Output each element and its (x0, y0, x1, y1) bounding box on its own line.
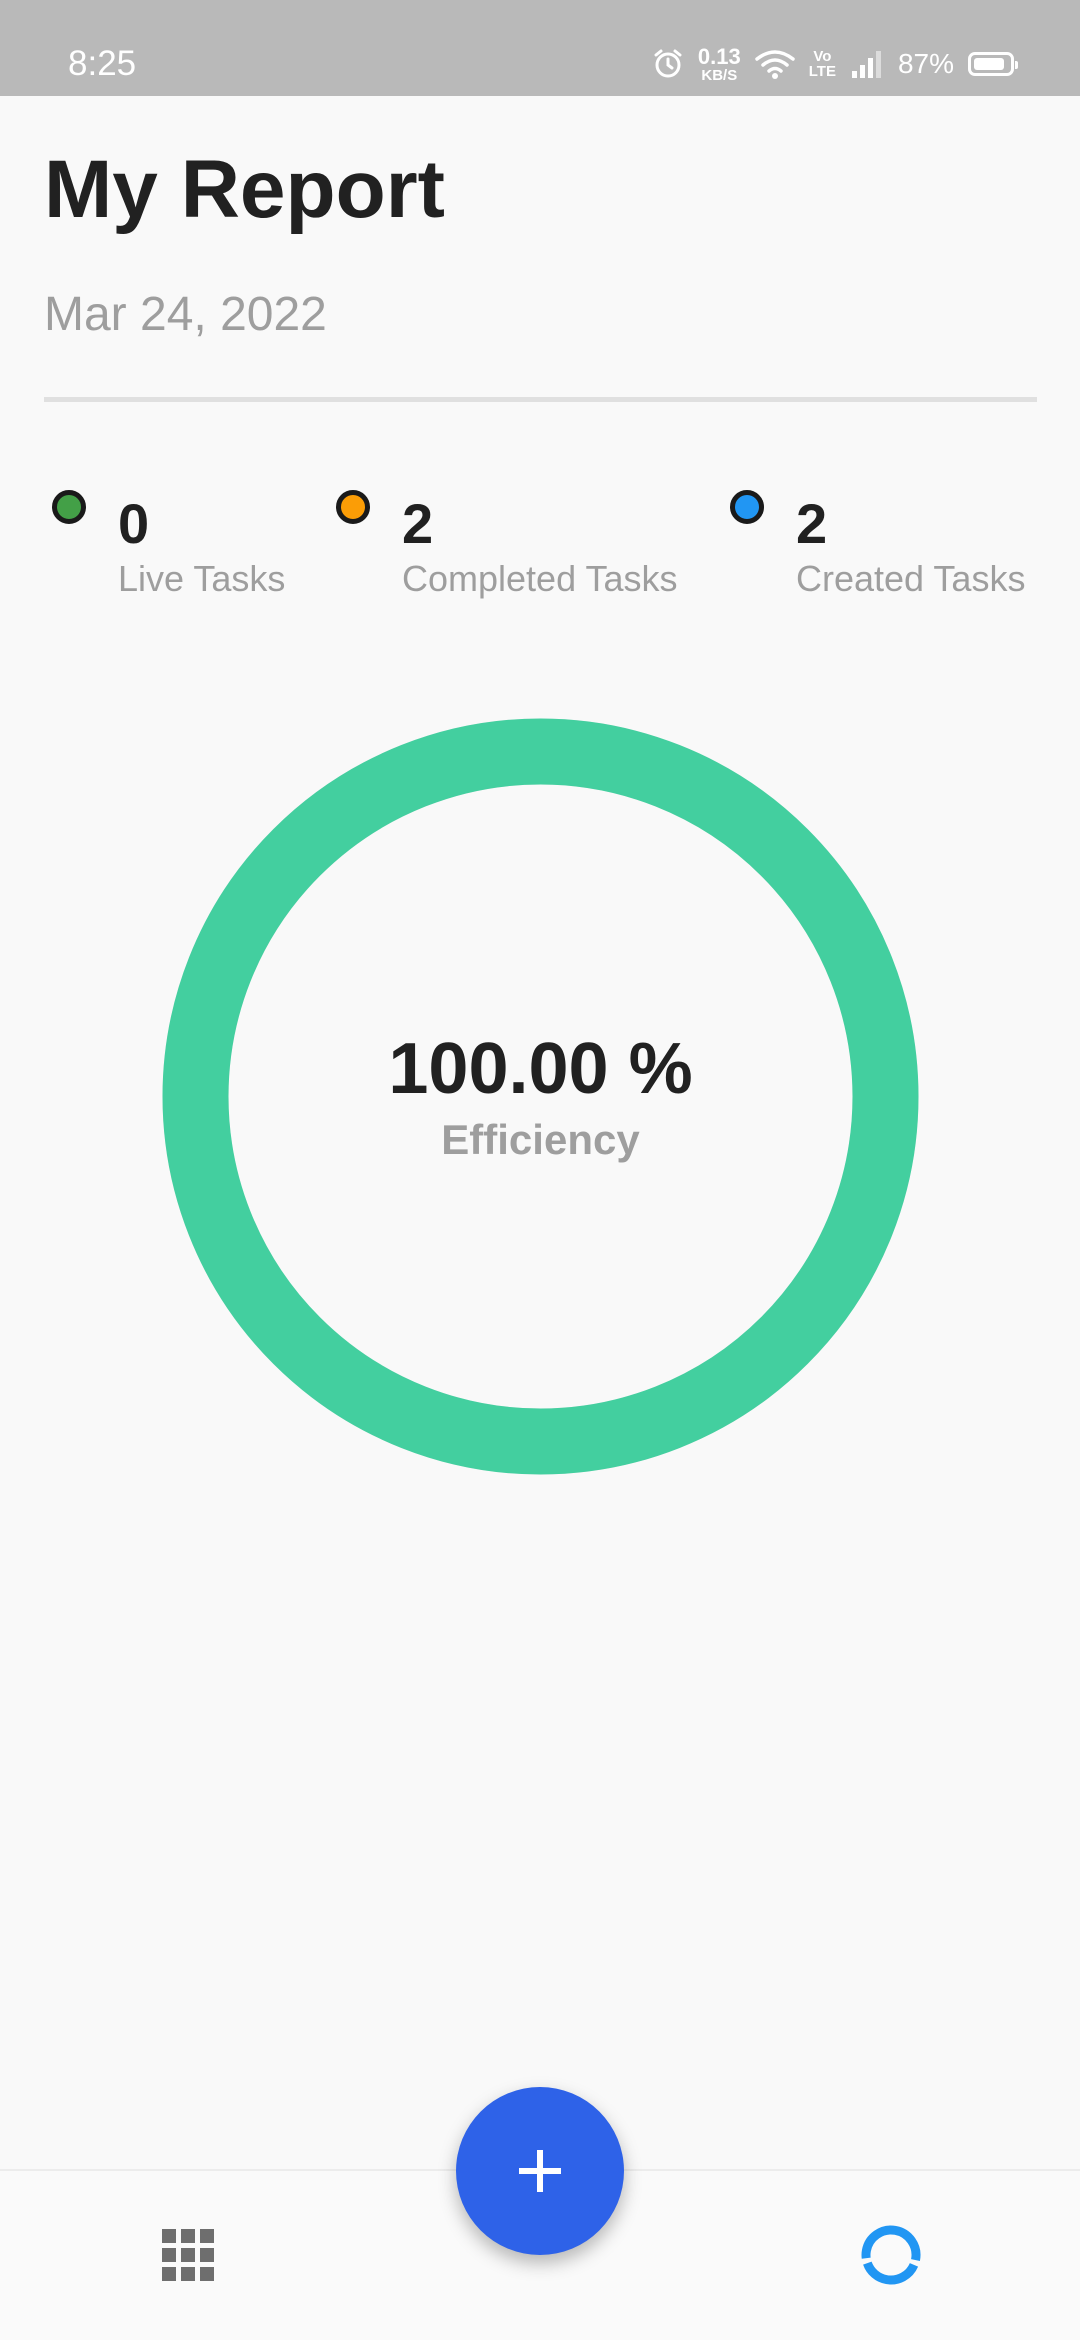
report-date: Mar 24, 2022 (44, 288, 327, 341)
add-task-button[interactable] (456, 2087, 624, 2255)
signal-icon (851, 51, 881, 78)
efficiency-label: Efficiency (441, 1116, 640, 1163)
status-icons: 0.13 KB/S Vo LTE 87% (652, 43, 1018, 84)
alarm-icon (654, 49, 682, 78)
net-speed-value: 0.13 (697, 43, 741, 69)
volte-bottom: LTE (808, 63, 836, 80)
header-divider (44, 397, 1037, 402)
app-screen: 8:25 0.13 KB/S Vo LTE 87% My Report Mar … (0, 0, 1080, 2340)
battery-percent: 87% (897, 48, 954, 79)
battery-fill (974, 58, 1004, 70)
grid-icon[interactable] (158, 2225, 218, 2285)
volte-top: Vo (813, 48, 832, 65)
net-speed: 0.13 KB/S (697, 43, 741, 84)
created-tasks-dot (730, 490, 764, 524)
completed-tasks-dot (336, 490, 370, 524)
created-tasks-count: 2 (796, 492, 828, 555)
volte-indicator: Vo LTE (809, 49, 836, 79)
status-bar: 8:25 0.13 KB/S Vo LTE 87% (0, 0, 1080, 96)
page-title: My Report (44, 144, 445, 235)
live-tasks-label: Live Tasks (118, 558, 286, 599)
wifi-icon (754, 50, 795, 79)
efficiency-ring: 100.00 % Efficiency (161, 717, 920, 1476)
completed-tasks-count: 2 (402, 492, 434, 555)
battery-icon (968, 52, 1018, 76)
completed-tasks-label: Completed Tasks (402, 558, 678, 599)
live-tasks-dot (52, 490, 86, 524)
efficiency-value: 100.00 % (388, 1029, 693, 1109)
live-tasks-count: 0 (118, 492, 150, 555)
plus-icon (519, 2150, 561, 2192)
report-tab-button[interactable] (858, 2222, 924, 2288)
report-ring-icon (861, 2225, 921, 2285)
net-speed-unit: KB/S (701, 66, 738, 84)
created-tasks-label: Created Tasks (796, 558, 1026, 599)
status-time: 8:25 (68, 44, 137, 83)
